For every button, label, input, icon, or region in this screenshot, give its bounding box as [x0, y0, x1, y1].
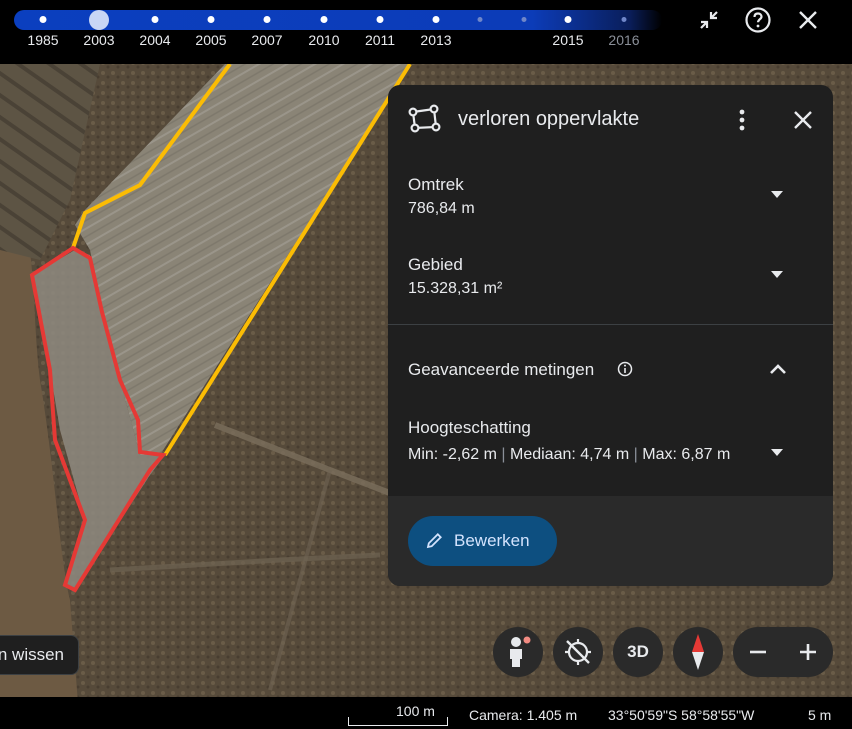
height-max-label: Max:: [642, 446, 677, 463]
area-label: Gebied: [408, 255, 463, 274]
timeline-year-label[interactable]: 2013: [420, 32, 451, 48]
pencil-icon: [426, 533, 442, 549]
compass-button[interactable]: [673, 627, 723, 677]
timeline-year-label[interactable]: 2003: [83, 32, 114, 48]
measurement-panel: verloren oppervlakte Omtrek 786,84 m Geb…: [388, 85, 833, 586]
collapse-icon[interactable]: [695, 6, 723, 34]
3d-toggle-button[interactable]: 3D: [613, 627, 663, 677]
timeline-year-dot-selected[interactable]: [89, 10, 109, 30]
plus-icon: [800, 644, 816, 660]
scale-label: 100 m: [396, 703, 435, 719]
timeline-year-dot[interactable]: [432, 16, 440, 23]
zoom-controls: [733, 627, 833, 677]
more-vert-icon[interactable]: [730, 107, 754, 133]
height-median: Mediaan: 4,74 m: [509, 446, 630, 463]
location-disabled-icon: [565, 639, 591, 665]
separator: |: [501, 446, 510, 463]
height-min: Min: -2,62 m: [408, 446, 497, 463]
camera-altitude: Camera: 1.405 m: [469, 707, 578, 723]
timeline-year-label[interactable]: 2011: [365, 32, 395, 48]
timeline-year-label[interactable]: 2016: [608, 32, 639, 48]
expand-caret-icon[interactable]: [771, 449, 783, 456]
coordinates: 33°50'59"S 58°58'55"W: [608, 707, 755, 723]
separator: |: [633, 446, 643, 463]
3d-label: 3D: [627, 642, 649, 661]
timeline-tick[interactable]: [477, 17, 483, 22]
perimeter-label: Omtrek: [408, 175, 464, 194]
timeline-year-dot[interactable]: [207, 16, 215, 23]
elevation: 5 m: [808, 707, 832, 723]
divider: [388, 324, 833, 325]
edit-button-label: Bewerken: [454, 531, 530, 550]
compass-icon: [692, 634, 704, 670]
panel-header: verloren oppervlakte: [388, 85, 833, 153]
timeline-year-label[interactable]: 2004: [139, 32, 170, 48]
pegman-button[interactable]: [493, 627, 543, 677]
perimeter-value: 786,84 m: [408, 200, 475, 217]
help-icon[interactable]: [744, 6, 772, 34]
minus-icon: [750, 650, 766, 654]
location-off-button[interactable]: [553, 627, 603, 677]
timeline-year-dot[interactable]: [376, 16, 384, 23]
perimeter-row[interactable]: Omtrek 786,84 m: [388, 165, 833, 231]
timeline-tick[interactable]: [521, 17, 527, 22]
panel-footer: Bewerken: [388, 496, 833, 586]
expand-caret-icon[interactable]: [771, 271, 783, 278]
timeline-year-label[interactable]: 1985: [27, 32, 58, 48]
panel-title: verloren oppervlakte: [458, 108, 640, 130]
timeline-year-dot[interactable]: [263, 16, 271, 23]
area-value: 15.328,31 m²: [408, 280, 503, 297]
chevron-up-icon[interactable]: [769, 362, 787, 376]
clear-measurement-button[interactable]: n wissen: [0, 635, 79, 675]
timeline-year-label[interactable]: 2005: [195, 32, 226, 48]
close-icon[interactable]: [794, 6, 822, 34]
edit-button[interactable]: Bewerken: [408, 516, 557, 566]
timeline-year-dot[interactable]: [564, 16, 572, 23]
polygon-shape-icon: [408, 104, 441, 133]
timeline-year-label[interactable]: 2007: [251, 32, 282, 48]
timeline-year-dot[interactable]: [151, 16, 159, 23]
advanced-measurements-title[interactable]: Geavanceerde metingen: [408, 360, 594, 380]
timeline-year-label[interactable]: 2015: [552, 32, 583, 48]
info-icon[interactable]: [617, 361, 633, 377]
timeline-year-dot[interactable]: [320, 16, 328, 23]
zoom-out-button[interactable]: [733, 627, 783, 677]
height-estimate-label: Hoogteschatting: [408, 418, 531, 437]
height-max-value: 6,87 m: [681, 446, 731, 463]
timeline-year-dot[interactable]: [621, 17, 627, 22]
zoom-in-button[interactable]: [783, 627, 833, 677]
timeline-bar: 1985 2003 2004 2005 2007 2010 2011 2013 …: [0, 0, 852, 64]
timeline-year-label[interactable]: 2010: [308, 32, 339, 48]
area-row[interactable]: Gebied 15.328,31 m²: [388, 245, 833, 311]
clear-button-label: n wissen: [0, 645, 64, 664]
pegman-icon: [510, 636, 531, 667]
timeline-year-dot[interactable]: [39, 16, 47, 23]
height-estimate-values: Min: -2,62 m | Mediaan: 4,74 m | Max: 6,…: [408, 442, 738, 467]
expand-caret-icon[interactable]: [771, 191, 783, 198]
panel-close-icon[interactable]: [790, 107, 816, 133]
